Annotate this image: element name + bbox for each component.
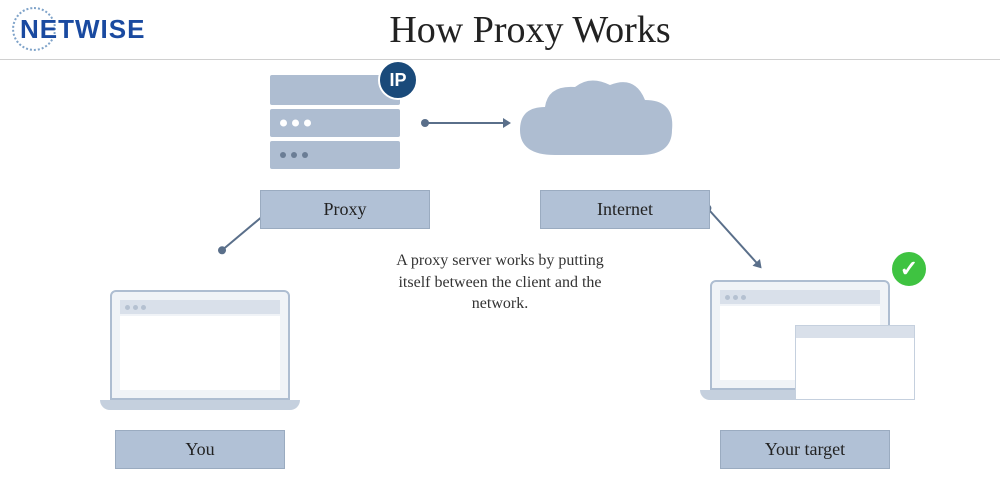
- page-title: How Proxy Works: [60, 8, 1000, 52]
- browser-chrome-icon: [720, 290, 880, 304]
- description-text: A proxy server works by putting itself b…: [380, 250, 620, 315]
- internet-label: Internet: [540, 190, 710, 229]
- browser-chrome-icon: [120, 300, 280, 314]
- server-ports-icon: [280, 152, 308, 158]
- laptop-target-icon: [700, 280, 900, 400]
- laptop-you-icon: [100, 290, 300, 410]
- popup-window-icon: [795, 325, 915, 400]
- brand-logo: NETWISE: [10, 5, 180, 55]
- target-label: Your target: [720, 430, 890, 469]
- checkmark-badge-icon: ✓: [890, 250, 928, 288]
- server-unit: [270, 141, 400, 169]
- arrow-proxy-internet-icon: [425, 122, 505, 124]
- cloud-icon: [510, 75, 680, 180]
- header: NETWISE How Proxy Works: [0, 0, 1000, 60]
- server-unit: [270, 109, 400, 137]
- proxy-label: Proxy: [260, 190, 430, 229]
- server-lights-icon: [280, 120, 311, 127]
- you-label: You: [115, 430, 285, 469]
- arrow-internet-target-icon: [707, 207, 759, 264]
- ip-badge-icon: IP: [378, 60, 418, 100]
- diagram: IP Proxy Internet You Your target A prox…: [0, 60, 1000, 500]
- brand-name: NETWISE: [20, 14, 145, 45]
